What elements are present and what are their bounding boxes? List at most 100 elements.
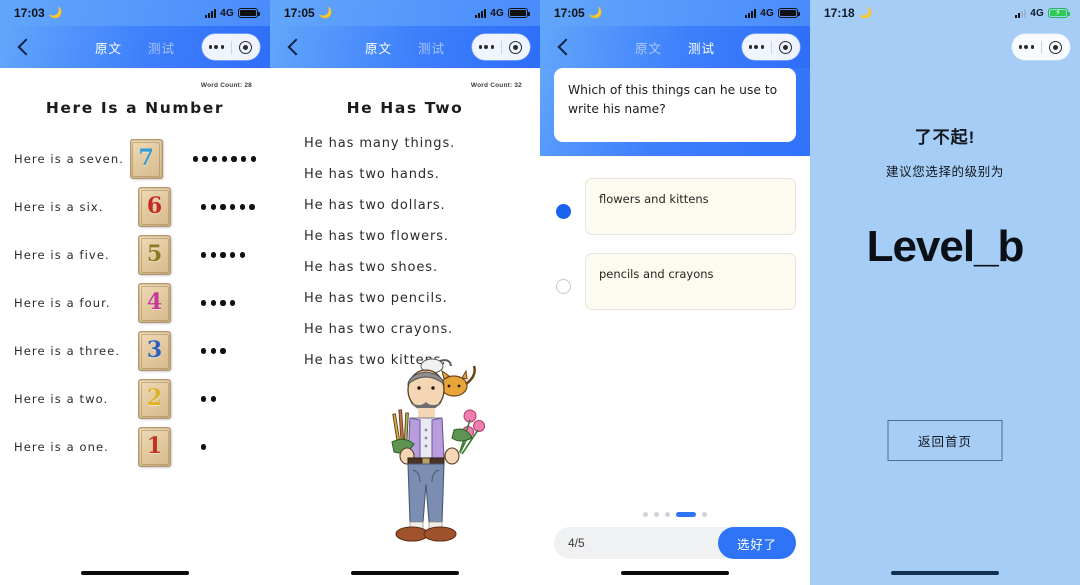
status-left: 17:03 🌙 [14,6,62,20]
number-row: Here is a five. 5 [14,231,256,279]
block-number: 1 [146,433,163,459]
battery-icon [778,8,801,18]
more-button[interactable] [742,34,771,60]
story-line: He has many things. [304,136,456,151]
status-time: 17:05 [554,6,585,20]
home-indicator [81,570,189,575]
moon-icon: 🌙 [858,6,873,19]
word-count: Word Count: 32 [470,82,522,89]
answer-option[interactable]: pencils and crayons [554,253,796,310]
quiz-bottom-bar: 4/5 选好了 [554,527,796,559]
screen-result: 17:18 🌙 4G ⚡ 了不起! 建议您选择的级别为 Level_b 返回首页 [810,0,1080,585]
counting-dots [201,444,207,450]
battery-charging-icon: ⚡ [1048,8,1071,18]
story-line: He has two dollars. [304,198,446,213]
status-time: 17:05 [284,6,315,20]
tab-original[interactable]: 原文 [635,38,662,57]
row-sentence: Here is a two. [14,392,109,406]
status-right: 4G [745,8,801,19]
block-number: 5 [146,241,163,267]
back-button[interactable] [14,37,34,57]
status-right: 4G [205,8,261,19]
moon-icon: 🌙 [48,6,63,19]
ellipsis-icon [208,44,224,50]
page-dot[interactable] [665,512,670,517]
tab-original[interactable]: 原文 [365,38,392,57]
miniapp-capsule [1012,34,1070,60]
radio-selected-icon[interactable] [556,204,571,219]
progress-text: 4/5 [568,536,585,550]
page-dot[interactable] [702,512,707,517]
block-number: 4 [146,289,163,315]
signal-icon [205,8,217,18]
screen-reader-number: 17:03 🌙 4G 原文 测试 Word Count: 28 Here Is … [0,0,270,585]
number-block: 4 [138,283,171,323]
ellipsis-icon [748,44,764,50]
question-card: Which of this things can he use to write… [554,68,796,142]
reader-content: Word Count: 28 Here Is a Number Here is … [0,68,270,585]
tab-original[interactable]: 原文 [95,38,122,57]
moon-icon: 🌙 [588,6,603,19]
tab-test[interactable]: 测试 [148,38,175,57]
signal-icon [1015,8,1027,18]
back-button[interactable] [554,37,574,57]
row-sentence: Here is a three. [14,344,121,358]
battery-icon [238,8,261,18]
network-label: 4G [490,7,504,19]
page-title: He Has Two [346,99,464,117]
target-icon [239,40,253,54]
back-button[interactable] [284,37,304,57]
page-dot[interactable] [643,512,648,517]
radio-unselected-icon[interactable] [556,279,571,294]
number-block: 5 [138,235,171,275]
option-label[interactable]: pencils and crayons [585,253,796,310]
reader-content: Word Count: 32 He Has Two He has many th… [270,68,540,585]
story-line: He has two flowers. [304,229,449,244]
number-row: Here is a three. 3 [14,327,256,375]
illustration-man-with-things [382,358,492,548]
close-button[interactable] [772,34,801,60]
close-button[interactable] [502,34,531,60]
page-indicator [540,512,810,517]
submit-button[interactable]: 选好了 [718,527,796,559]
nav-bar: 原文 测试 [0,26,270,68]
answer-option[interactable]: flowers and kittens [554,178,796,235]
more-button[interactable] [472,34,501,60]
number-block: 3 [138,331,171,371]
option-label[interactable]: flowers and kittens [585,178,796,235]
screenshot-grid: 17:03 🌙 4G 原文 测试 Word Count: 28 Here Is … [0,0,1080,585]
close-button[interactable] [1042,34,1071,60]
more-button[interactable] [1012,34,1041,60]
number-block: 1 [138,427,171,467]
more-button[interactable] [202,34,231,60]
status-left: 17:05 🌙 [554,6,602,20]
status-bar: 17:05 🌙 4G [540,0,810,26]
page-dot[interactable] [676,512,696,517]
page-title: Here Is a Number [45,99,225,117]
battery-icon [508,8,531,18]
counting-dots [201,300,236,306]
miniapp-capsule [742,34,800,60]
return-home-button[interactable]: 返回首页 [887,420,1003,461]
status-bar: 17:18 🌙 4G ⚡ [810,0,1080,26]
story-lines: He has many things. He has two hands. He h… [284,137,526,367]
number-rows: Here is a seven. 7 Here is a six. 6 Here is … [14,135,256,471]
network-label: 4G [1030,7,1044,19]
target-icon [1049,40,1063,54]
tab-test[interactable]: 测试 [688,38,715,57]
signal-icon [475,8,487,18]
status-bar: 17:03 🌙 4G [0,0,270,26]
status-time: 17:18 [824,6,855,20]
recommended-level: Level_b [866,222,1025,271]
counting-dots [201,348,226,354]
status-left: 17:05 🌙 [284,6,332,20]
moon-icon: 🌙 [318,6,333,19]
block-number: 6 [146,193,163,219]
close-button[interactable] [232,34,261,60]
tab-test[interactable]: 测试 [418,38,445,57]
number-block: 6 [138,187,171,227]
page-dot[interactable] [654,512,659,517]
nav-bar: 原文 测试 [540,26,810,68]
story-line: He has two pencils. [304,291,448,306]
miniapp-capsule [472,34,530,60]
